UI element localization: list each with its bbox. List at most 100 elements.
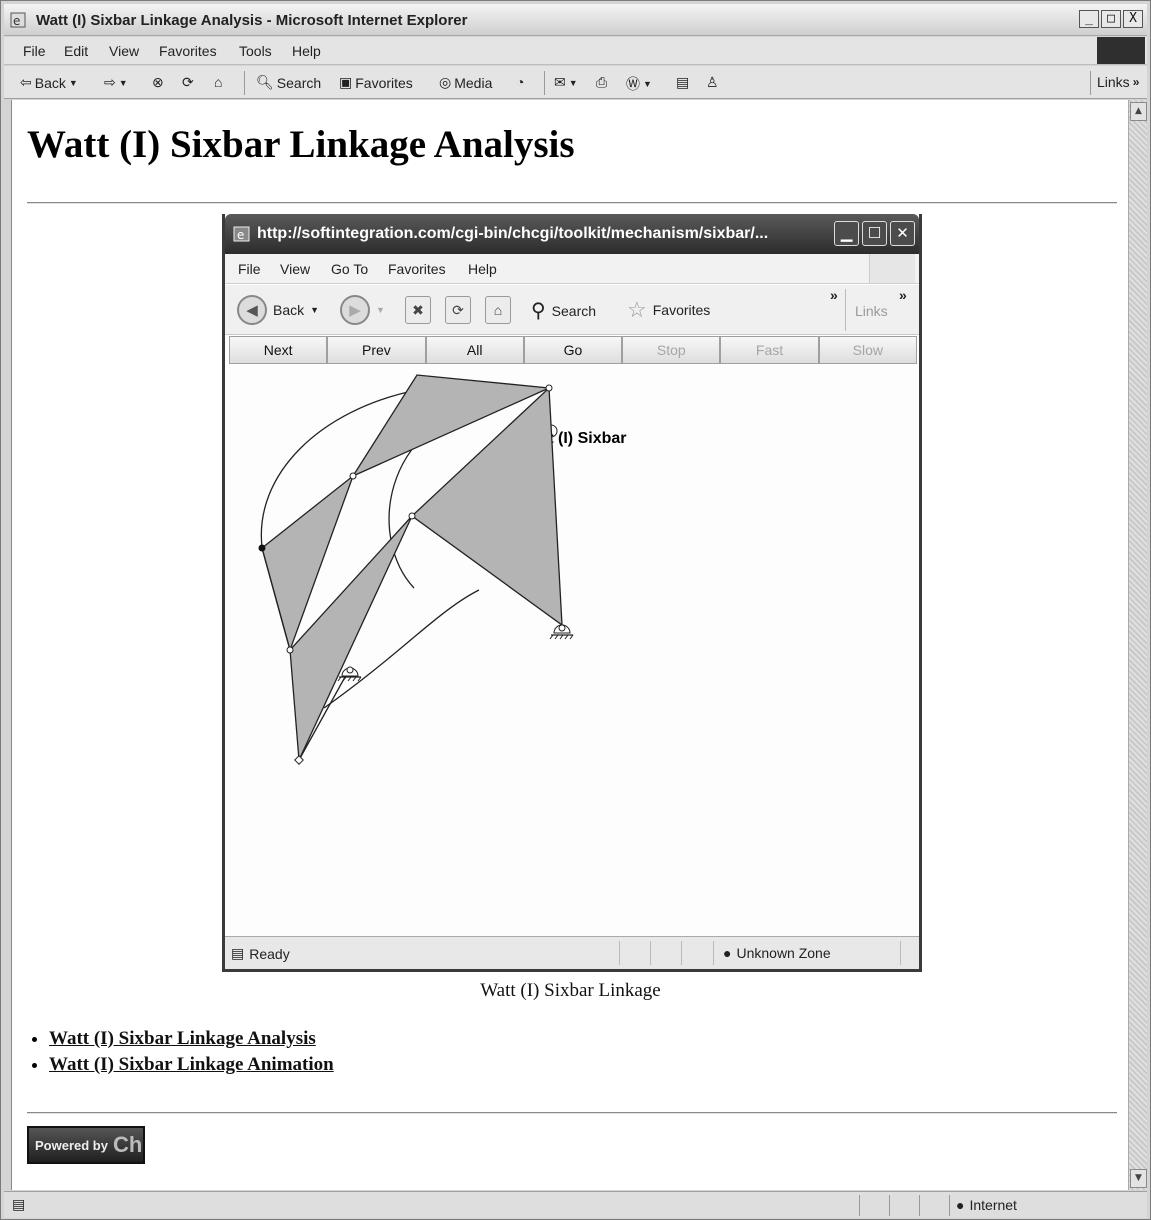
inner-minimize-button[interactable]: ▁ xyxy=(834,221,859,246)
joint xyxy=(545,384,553,392)
scroll-down-button[interactable]: ▼ xyxy=(1130,1169,1147,1188)
powered-by-text: Powered by xyxy=(35,1138,108,1153)
inner-search-label: Search xyxy=(551,302,597,319)
menu-help[interactable]: Help xyxy=(292,43,321,59)
animation-controls: Next Prev All Go Stop Fast Slow xyxy=(229,336,917,364)
joint xyxy=(294,755,304,765)
stop-button[interactable]: Stop xyxy=(622,336,721,364)
globe-icon: ● xyxy=(956,1197,965,1213)
menu-favorites[interactable]: Favorites xyxy=(159,43,217,59)
inner-favorites-button[interactable]: ☆ Favorites xyxy=(627,297,710,323)
inner-zone: ● Unknown Zone xyxy=(723,945,831,961)
vertical-scrollbar[interactable]: ▲ ▼ xyxy=(1128,100,1147,1190)
list-item: Watt (I) Sixbar Linkage Analysis xyxy=(49,1028,334,1050)
slow-button[interactable]: Slow xyxy=(818,336,917,364)
messenger-icon: ♙ xyxy=(706,74,719,90)
messenger-button[interactable]: ♙ xyxy=(706,74,719,91)
inner-stop-button[interactable]: ✖ xyxy=(405,296,431,324)
inner-menu-goto[interactable]: Go To xyxy=(331,261,368,277)
scroll-up-button[interactable]: ▲ xyxy=(1130,102,1147,121)
mail-button[interactable]: ✉ ▼ xyxy=(554,74,578,91)
animation-link[interactable]: Watt (I) Sixbar Linkage Animation xyxy=(49,1054,334,1075)
status-bar: ▤ ● Internet xyxy=(4,1191,1147,1218)
history-icon: ◔ xyxy=(516,74,525,90)
stop-button[interactable]: ⊗ xyxy=(152,74,164,91)
ie-icon: e xyxy=(10,12,26,28)
refresh-button[interactable]: ⟳ xyxy=(182,74,194,91)
menu-file[interactable]: File xyxy=(23,43,46,59)
next-button[interactable]: Next xyxy=(229,336,328,364)
inner-menu-help[interactable]: Help xyxy=(468,261,497,277)
inner-maximize-button[interactable]: ☐ xyxy=(862,221,887,246)
print-icon: ⎙ xyxy=(596,74,608,90)
inner-links-label[interactable]: Links xyxy=(855,303,888,319)
links-button[interactable]: Links » xyxy=(1097,74,1139,90)
page-icon: ▤ xyxy=(231,945,245,961)
favorites-label: Favorites xyxy=(355,74,413,91)
back-arrow-icon: ⇦ xyxy=(20,74,32,90)
window-title: Watt (I) Sixbar Linkage Analysis - Micro… xyxy=(36,12,468,29)
chevron-icon[interactable]: » xyxy=(830,287,838,303)
discuss-button[interactable]: ▤ xyxy=(676,74,689,91)
inner-refresh-button[interactable]: ⟳ xyxy=(445,296,471,324)
joint xyxy=(408,512,416,520)
minimize-button[interactable]: _ xyxy=(1079,10,1099,28)
back-button[interactable]: ⇦ Back ▼ xyxy=(20,74,78,91)
joint xyxy=(349,472,357,480)
go-button[interactable]: Go xyxy=(523,336,623,364)
inner-home-button[interactable]: ⌂ xyxy=(485,296,511,324)
prev-button[interactable]: Prev xyxy=(327,336,426,364)
dropdown-arrow-icon: ▼ xyxy=(568,77,578,88)
zone-indicator: ● Internet xyxy=(956,1197,1017,1213)
linkage-plot-area: Watt (I) Sixbar xyxy=(229,365,917,937)
inner-close-button[interactable]: ✕ xyxy=(890,221,915,246)
all-button[interactable]: All xyxy=(425,336,524,364)
inner-forward-button[interactable]: ▶ ▼ xyxy=(340,295,385,325)
windows-logo-icon xyxy=(869,254,915,283)
inner-menu-view[interactable]: View xyxy=(280,261,310,277)
menu-edit[interactable]: Edit xyxy=(64,43,88,59)
stop-icon: ⊗ xyxy=(152,74,164,90)
media-icon: ◎ xyxy=(439,74,452,90)
forward-arrow-icon: ⇨ xyxy=(104,74,116,90)
close-button[interactable]: X xyxy=(1123,10,1143,28)
menu-view[interactable]: View xyxy=(109,43,139,59)
forward-button[interactable]: ⇨ ▼ xyxy=(104,74,128,91)
inner-search-button[interactable]: ⚲ Search xyxy=(531,298,596,323)
inner-window-title: http://softintegration.com/cgi-bin/chcgi… xyxy=(257,225,769,242)
home-button[interactable]: ⌂ xyxy=(214,74,222,90)
search-button[interactable]: 🔍︎ Search xyxy=(256,74,321,91)
powered-by-ch-logo[interactable]: Powered by Ch xyxy=(27,1126,145,1164)
inner-menu-file[interactable]: File xyxy=(238,261,261,277)
chevron-icon[interactable]: » xyxy=(899,287,907,303)
browser-window: e Watt (I) Sixbar Linkage Analysis - Mic… xyxy=(0,0,1151,1220)
inner-back-button[interactable]: ◀ Back ▼ xyxy=(237,295,319,325)
dropdown-arrow-icon: ▼ xyxy=(643,79,652,89)
star-icon: ☆ xyxy=(627,297,647,322)
menu-tools[interactable]: Tools xyxy=(239,43,272,59)
linkage-diagram xyxy=(258,374,574,765)
edit-button[interactable]: Ⓦ ▼ xyxy=(626,74,652,94)
inner-menu-favorites[interactable]: Favorites xyxy=(388,261,446,277)
maximize-button[interactable]: □ xyxy=(1101,10,1121,28)
word-icon: Ⓦ xyxy=(626,76,640,92)
favorites-icon: ▣ xyxy=(339,74,353,90)
toolbar: ⇦ Back ▼ ⇨ ▼ ⊗ ⟳ ⌂ 🔍︎ Search ▣ Favorites… xyxy=(4,66,1147,99)
inner-title-bar: e http://softintegration.com/cgi-bin/chc… xyxy=(225,214,919,254)
inner-menu-bar: File View Go To Favorites Help xyxy=(225,254,919,284)
home-icon: ⌂ xyxy=(214,74,223,90)
discuss-icon: ▤ xyxy=(676,74,690,90)
back-arrow-icon: ◀ xyxy=(237,295,267,325)
history-button[interactable]: ◔ xyxy=(516,74,524,90)
ch-logo-text: Ch xyxy=(113,1132,143,1157)
favorites-button[interactable]: ▣ Favorites xyxy=(339,74,413,91)
zone-label: Unknown Zone xyxy=(736,945,831,961)
print-button[interactable]: ⎙ xyxy=(596,74,607,91)
analysis-link[interactable]: Watt (I) Sixbar Linkage Analysis xyxy=(49,1028,316,1049)
page-icon: ▤ xyxy=(12,1196,26,1212)
media-label: Media xyxy=(454,74,493,91)
menu-bar: File Edit View Favorites Tools Help xyxy=(4,37,1147,65)
inner-back-label: Back xyxy=(273,302,305,318)
media-button[interactable]: ◎ Media xyxy=(439,74,492,91)
fast-button[interactable]: Fast xyxy=(720,336,819,364)
